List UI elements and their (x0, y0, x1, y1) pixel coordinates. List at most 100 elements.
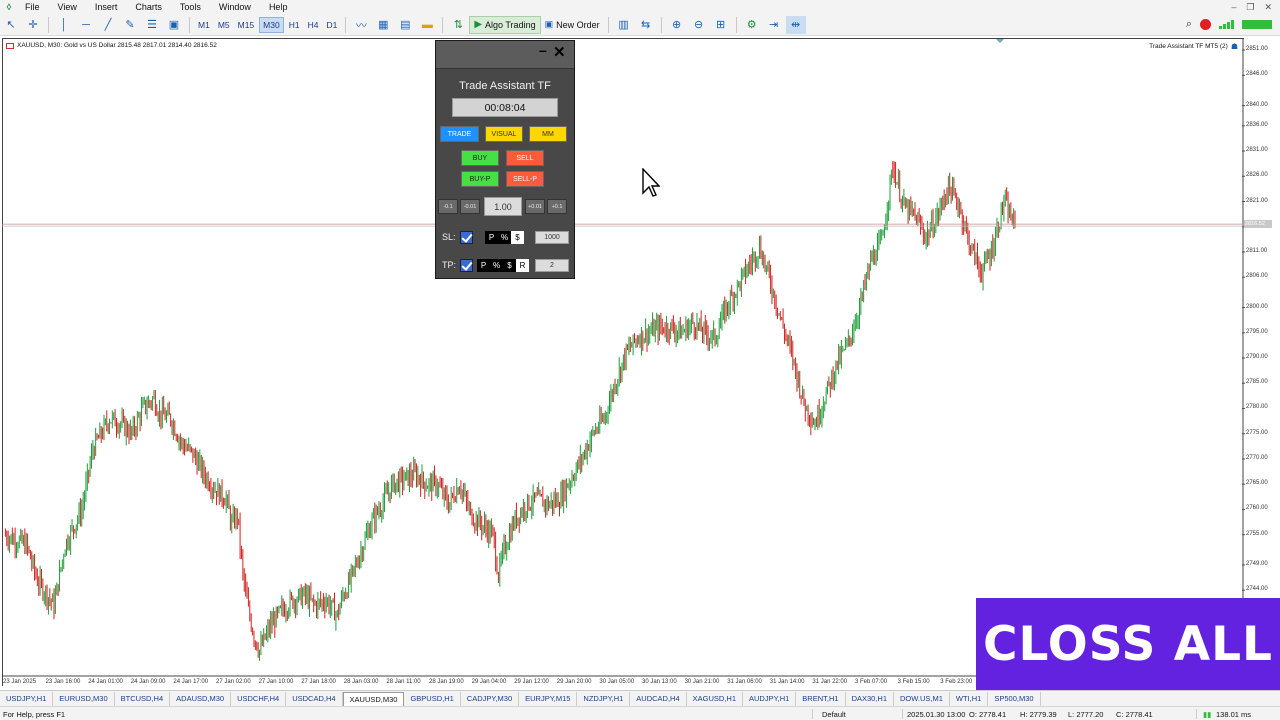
price-tick-label: 2831.00 (1246, 147, 1268, 154)
chart-shift-marker[interactable] (996, 39, 1004, 43)
price-tick-label: 2780.00 (1246, 404, 1268, 411)
price-tick-label: 2836.00 (1246, 121, 1268, 128)
time-tick-label: 28 Jan 19:00 (429, 679, 464, 685)
symbol-tab-bar: USDJPY,H1 EURUSD,M30 BTCUSD,H4 ADAUSD,M30 US… (0, 690, 1280, 706)
price-tick-label: 2811.00 (1246, 248, 1268, 254)
time-tick-label: 31 Jan 14:00 (769, 679, 805, 685)
time-tick-label: 24 Jan 17:00 (173, 679, 209, 685)
time-tick-label: 29 Jan 12:00 (514, 679, 549, 685)
buy-pending-button[interactable]: BUY-P (461, 171, 499, 187)
mouse-cursor-icon (642, 168, 660, 197)
tp-mode-points[interactable]: P (477, 259, 490, 272)
ea-hat-icon: ☗ (1230, 42, 1238, 51)
tp-enabled-checkbox[interactable] (460, 259, 473, 272)
symbol-tab[interactable]: EURJPY,M15 (519, 691, 578, 706)
expert-advisor-label[interactable]: Trade Assistant TF MT5 (2) ☗ (1149, 42, 1238, 51)
time-tick-label: 30 Jan 13:00 (642, 679, 677, 685)
lot-plus-0-1-button[interactable]: +0.1 (547, 199, 567, 214)
tp-value-input[interactable]: 2 (535, 259, 569, 272)
time-tick-label: 31 Jan 06:00 (727, 679, 762, 685)
sl-mode-points[interactable]: P (485, 231, 498, 244)
symbol-tab[interactable]: AUDCAD,H4 (630, 691, 687, 706)
tab-trade[interactable]: TRADE (440, 126, 479, 142)
tp-label: TP: (442, 260, 457, 270)
sl-label: SL: (442, 232, 456, 242)
symbol-tab[interactable]: AUDJPY,H1 (743, 691, 797, 706)
time-tick-label: 24 Jan 09:00 (130, 679, 166, 685)
price-tick-label: 2765.00 (1246, 480, 1268, 487)
symbol-tab[interactable]: WTI,H1 (950, 691, 989, 706)
lot-minus-0-1-button[interactable]: -0.1 (438, 199, 458, 214)
symbol-tab[interactable]: NZDJPY,H1 (577, 691, 631, 706)
status-open: O: 2778.41 (969, 710, 1007, 719)
time-tick-label: 23 Jan 16:00 (45, 679, 81, 685)
symbol-tab[interactable]: USDJPY,H1 (0, 691, 54, 706)
chart-symbol-header: XAUUSD, M30: Gold vs US Dollar 2815.48 2… (6, 42, 217, 49)
time-tick-label: 31 Jan 22:00 (812, 679, 848, 685)
symbol-tab[interactable]: DAX30,H1 (846, 691, 894, 706)
symbol-tab[interactable]: BTCUSD,H4 (115, 691, 171, 706)
panel-close-button[interactable]: ✕ (553, 43, 566, 61)
symbol-tab[interactable]: CADJPY,M30 (461, 691, 520, 706)
sell-pending-button[interactable]: SELL-P (506, 171, 544, 187)
time-tick-label: 30 Jan 05:00 (599, 679, 635, 685)
status-low: L: 2777.20 (1068, 710, 1104, 719)
time-tick-label: 23 Jan 2025 (3, 679, 37, 685)
symbol-tab[interactable]: DOW.US,M1 (894, 691, 950, 706)
price-tick-label: 2790.00 (1246, 354, 1268, 360)
lot-plus-0-01-button[interactable]: +0.01 (525, 199, 545, 214)
price-tick-label: 2770.00 (1246, 454, 1268, 461)
lot-size-input[interactable]: 1.00 (484, 197, 522, 216)
symbol-tab[interactable]: SP500,M30 (988, 691, 1041, 706)
status-close: C: 2778.41 (1116, 710, 1153, 719)
metatrader-window: ◊ File View Insert Charts Tools Window H… (0, 0, 1280, 720)
price-tick-label: 2795.00 (1246, 328, 1268, 335)
symbol-tab[interactable]: XAUUSD,M30 (342, 691, 405, 706)
time-tick-label: 3 Feb 15:00 (897, 679, 930, 685)
bar-countdown-timer: 00:08:04 (452, 98, 558, 117)
status-help-text: For Help, press F1 (3, 710, 66, 719)
sl-enabled-checkbox[interactable] (460, 231, 473, 244)
symbol-flag-icon (6, 42, 14, 49)
current-price-marker: 2816.52 (1244, 220, 1272, 229)
sell-button[interactable]: SELL (506, 150, 544, 166)
lot-minus-0-01-button[interactable]: -0.01 (460, 199, 480, 214)
price-tick-label: 2800.00 (1246, 303, 1268, 310)
status-bar: For Help, press F1 Default 2025.01.30 13… (0, 706, 1280, 720)
price-tick-label: 2821.00 (1246, 197, 1268, 204)
symbol-tab[interactable]: USDCAD,H4 (286, 691, 343, 706)
status-connection-icon: ▮▮ (1203, 710, 1212, 719)
symbol-tab[interactable]: BRENT,H1 (796, 691, 846, 706)
chart-header-text: XAUUSD, M30: Gold vs US Dollar 2815.48 2… (17, 42, 217, 49)
status-profile[interactable]: Default (822, 710, 846, 719)
time-tick-label: 3 Feb 07:00 (855, 679, 888, 685)
time-tick-label: 27 Jan 02:00 (216, 679, 251, 685)
sl-mode-percent[interactable]: % (498, 231, 511, 244)
buy-button[interactable]: BUY (461, 150, 499, 166)
symbol-tab[interactable]: EURUSD,M30 (53, 691, 115, 706)
symbol-tab[interactable]: XAGUSD,H1 (687, 691, 743, 706)
time-tick-label: 29 Jan 20:00 (556, 679, 592, 685)
status-high: H: 2779.39 (1020, 710, 1057, 719)
tp-mode-money[interactable]: $ (503, 259, 516, 272)
tab-mm[interactable]: MM (529, 126, 567, 142)
price-tick-label: 2760.00 (1246, 505, 1268, 512)
time-tick-label: 24 Jan 01:00 (88, 679, 123, 685)
symbol-tab[interactable]: GBPUSD,H1 (404, 691, 461, 706)
price-tick-label: 2806.00 (1246, 273, 1268, 280)
panel-minimize-button[interactable]: – (539, 42, 547, 58)
time-tick-label: 3 Feb 23:00 (940, 679, 973, 685)
price-tick-label: 2840.00 (1246, 101, 1268, 108)
price-tick-label: 2749.00 (1246, 560, 1268, 567)
symbol-tab[interactable]: USDCHF,H4 (231, 691, 287, 706)
time-tick-label: 28 Jan 03:00 (343, 679, 379, 685)
status-separator (902, 709, 903, 719)
close-all-banner-text: CLOSS ALL (983, 616, 1273, 672)
tp-mode-percent[interactable]: % (490, 259, 503, 272)
tp-mode-risk-ratio[interactable]: R (516, 259, 529, 272)
tab-visual[interactable]: VISUAL (485, 126, 523, 142)
panel-title: Trade Assistant TF (459, 80, 551, 92)
sl-mode-money[interactable]: $ (511, 231, 524, 244)
symbol-tab[interactable]: ADAUSD,M30 (170, 691, 232, 706)
sl-value-input[interactable]: 1000 (535, 231, 569, 244)
